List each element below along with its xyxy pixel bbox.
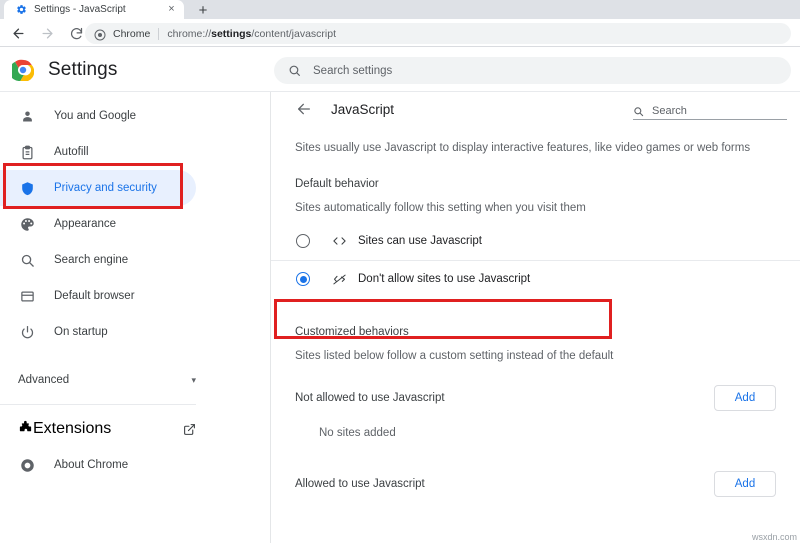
sidebar-advanced-toggle[interactable]: Advanced ▾: [0, 362, 270, 398]
forward-arrow-icon[interactable]: [34, 20, 60, 46]
sidebar-item-label: About Chrome: [54, 459, 129, 471]
sidebar-item-label: Search engine: [54, 254, 129, 266]
content-header: JavaScript Search: [271, 92, 800, 126]
javascript-description: Sites usually use Javascript to display …: [295, 142, 751, 154]
sidebar-item-you-and-google[interactable]: You and Google: [0, 98, 196, 134]
advanced-label: Advanced: [18, 374, 70, 386]
omnibox-divider: [158, 27, 160, 40]
search-icon: [288, 64, 301, 77]
watermark: wsxdn.com: [751, 532, 797, 542]
palette-icon: [18, 215, 36, 233]
radio-button[interactable]: [296, 272, 310, 287]
sidebar-item-about-chrome[interactable]: About Chrome: [0, 447, 196, 483]
radio-sites-can-use-javascript[interactable]: Sites can use Javascript: [271, 222, 800, 260]
search-settings-placeholder: Search settings: [313, 64, 393, 77]
tab-title: Settings - JavaScript: [34, 4, 126, 15]
url-bold: settings: [211, 27, 252, 40]
url-prefix: chrome://: [167, 27, 212, 40]
clipboard-icon: [18, 143, 36, 161]
sidebar-item-default-browser[interactable]: Default browser: [0, 278, 196, 314]
page-body: You and Google Autofill Privacy and secu…: [0, 92, 800, 543]
back-arrow-icon[interactable]: [5, 20, 31, 46]
browser-toolbar: Chrome chrome://settings/content/javascr…: [0, 19, 800, 47]
settings-content: JavaScript Search Sites usually use Java…: [271, 92, 800, 543]
sidebar-item-privacy-and-security[interactable]: Privacy and security: [0, 170, 196, 206]
omnibox-scheme-label: Chrome: [113, 27, 151, 40]
sidebar-item-appearance[interactable]: Appearance: [0, 206, 196, 242]
external-link-icon[interactable]: [183, 423, 196, 436]
settings-header: Settings Search settings: [0, 47, 800, 92]
customized-behaviors-subtitle: Sites listed below follow a custom setti…: [295, 349, 614, 362]
close-icon[interactable]: ×: [165, 3, 178, 16]
person-icon: [18, 107, 36, 125]
sidebar-item-extensions[interactable]: Extensions: [0, 411, 270, 447]
content-search-input[interactable]: Search: [633, 98, 787, 120]
sidebar-item-label: You and Google: [54, 110, 137, 122]
group-label: Not allowed to use Javascript: [295, 391, 445, 404]
sidebar-section-divider: [0, 404, 196, 405]
add-button-not-allowed[interactable]: Add: [714, 384, 776, 411]
settings-sidebar: You and Google Autofill Privacy and secu…: [0, 92, 270, 543]
search-icon: [633, 104, 644, 117]
content-search-placeholder: Search: [652, 105, 687, 117]
back-arrow-icon[interactable]: [295, 100, 313, 118]
sidebar-item-label: Default browser: [54, 290, 135, 302]
code-brackets-slash-icon: [332, 272, 347, 287]
radio-label: Sites can use Javascript: [358, 234, 483, 247]
new-tab-button[interactable]: +: [192, 1, 214, 19]
omnibox-url: chrome://settings/content/javascript: [167, 28, 336, 40]
customized-behaviors-heading: Customized behaviors: [295, 325, 409, 338]
sidebar-item-label: Appearance: [54, 218, 117, 230]
empty-state-not-allowed: No sites added: [319, 426, 396, 439]
url-suffix: /content/javascript: [251, 27, 337, 40]
puzzle-icon: [18, 419, 33, 439]
radio-dont-allow-javascript[interactable]: Don't allow sites to use Javascript: [271, 259, 800, 298]
group-allowed-javascript: Allowed to use Javascript Add: [271, 462, 800, 506]
radio-label: Don't allow sites to use Javascript: [358, 273, 531, 286]
chrome-icon: [94, 28, 106, 40]
code-brackets-icon: [332, 233, 347, 248]
group-label: Allowed to use Javascript: [295, 477, 425, 490]
shield-icon: [18, 179, 36, 197]
sidebar-item-on-startup[interactable]: On startup: [0, 314, 196, 350]
content-title: JavaScript: [331, 101, 395, 117]
omnibox[interactable]: Chrome chrome://settings/content/javascr…: [85, 23, 791, 44]
sidebar-item-label: Autofill: [54, 146, 89, 158]
gear-icon: [16, 4, 27, 15]
tab-strip: Settings - JavaScript × +: [0, 0, 800, 19]
chrome-icon: [18, 456, 36, 474]
default-behavior-heading: Default behavior: [295, 177, 379, 190]
chevron-down-icon: ▾: [191, 374, 196, 385]
search-settings-input[interactable]: Search settings: [274, 57, 791, 84]
power-icon: [18, 323, 36, 341]
page-title: Settings: [48, 58, 118, 80]
add-button-allowed[interactable]: Add: [714, 470, 776, 497]
browser-window-icon: [18, 287, 36, 305]
search-icon: [18, 251, 36, 269]
sidebar-item-label: Extensions: [33, 420, 112, 437]
radio-button[interactable]: [296, 233, 310, 248]
default-behavior-subtitle: Sites automatically follow this setting …: [295, 201, 586, 214]
browser-tab[interactable]: Settings - JavaScript ×: [4, 0, 184, 19]
sidebar-item-label: Privacy and security: [54, 182, 157, 194]
sidebar-item-label: On startup: [54, 326, 108, 338]
sidebar-item-autofill[interactable]: Autofill: [0, 134, 196, 170]
group-not-allowed-javascript: Not allowed to use Javascript Add: [271, 376, 800, 420]
chrome-logo-icon: [9, 59, 35, 82]
sidebar-item-search-engine[interactable]: Search engine: [0, 242, 196, 278]
